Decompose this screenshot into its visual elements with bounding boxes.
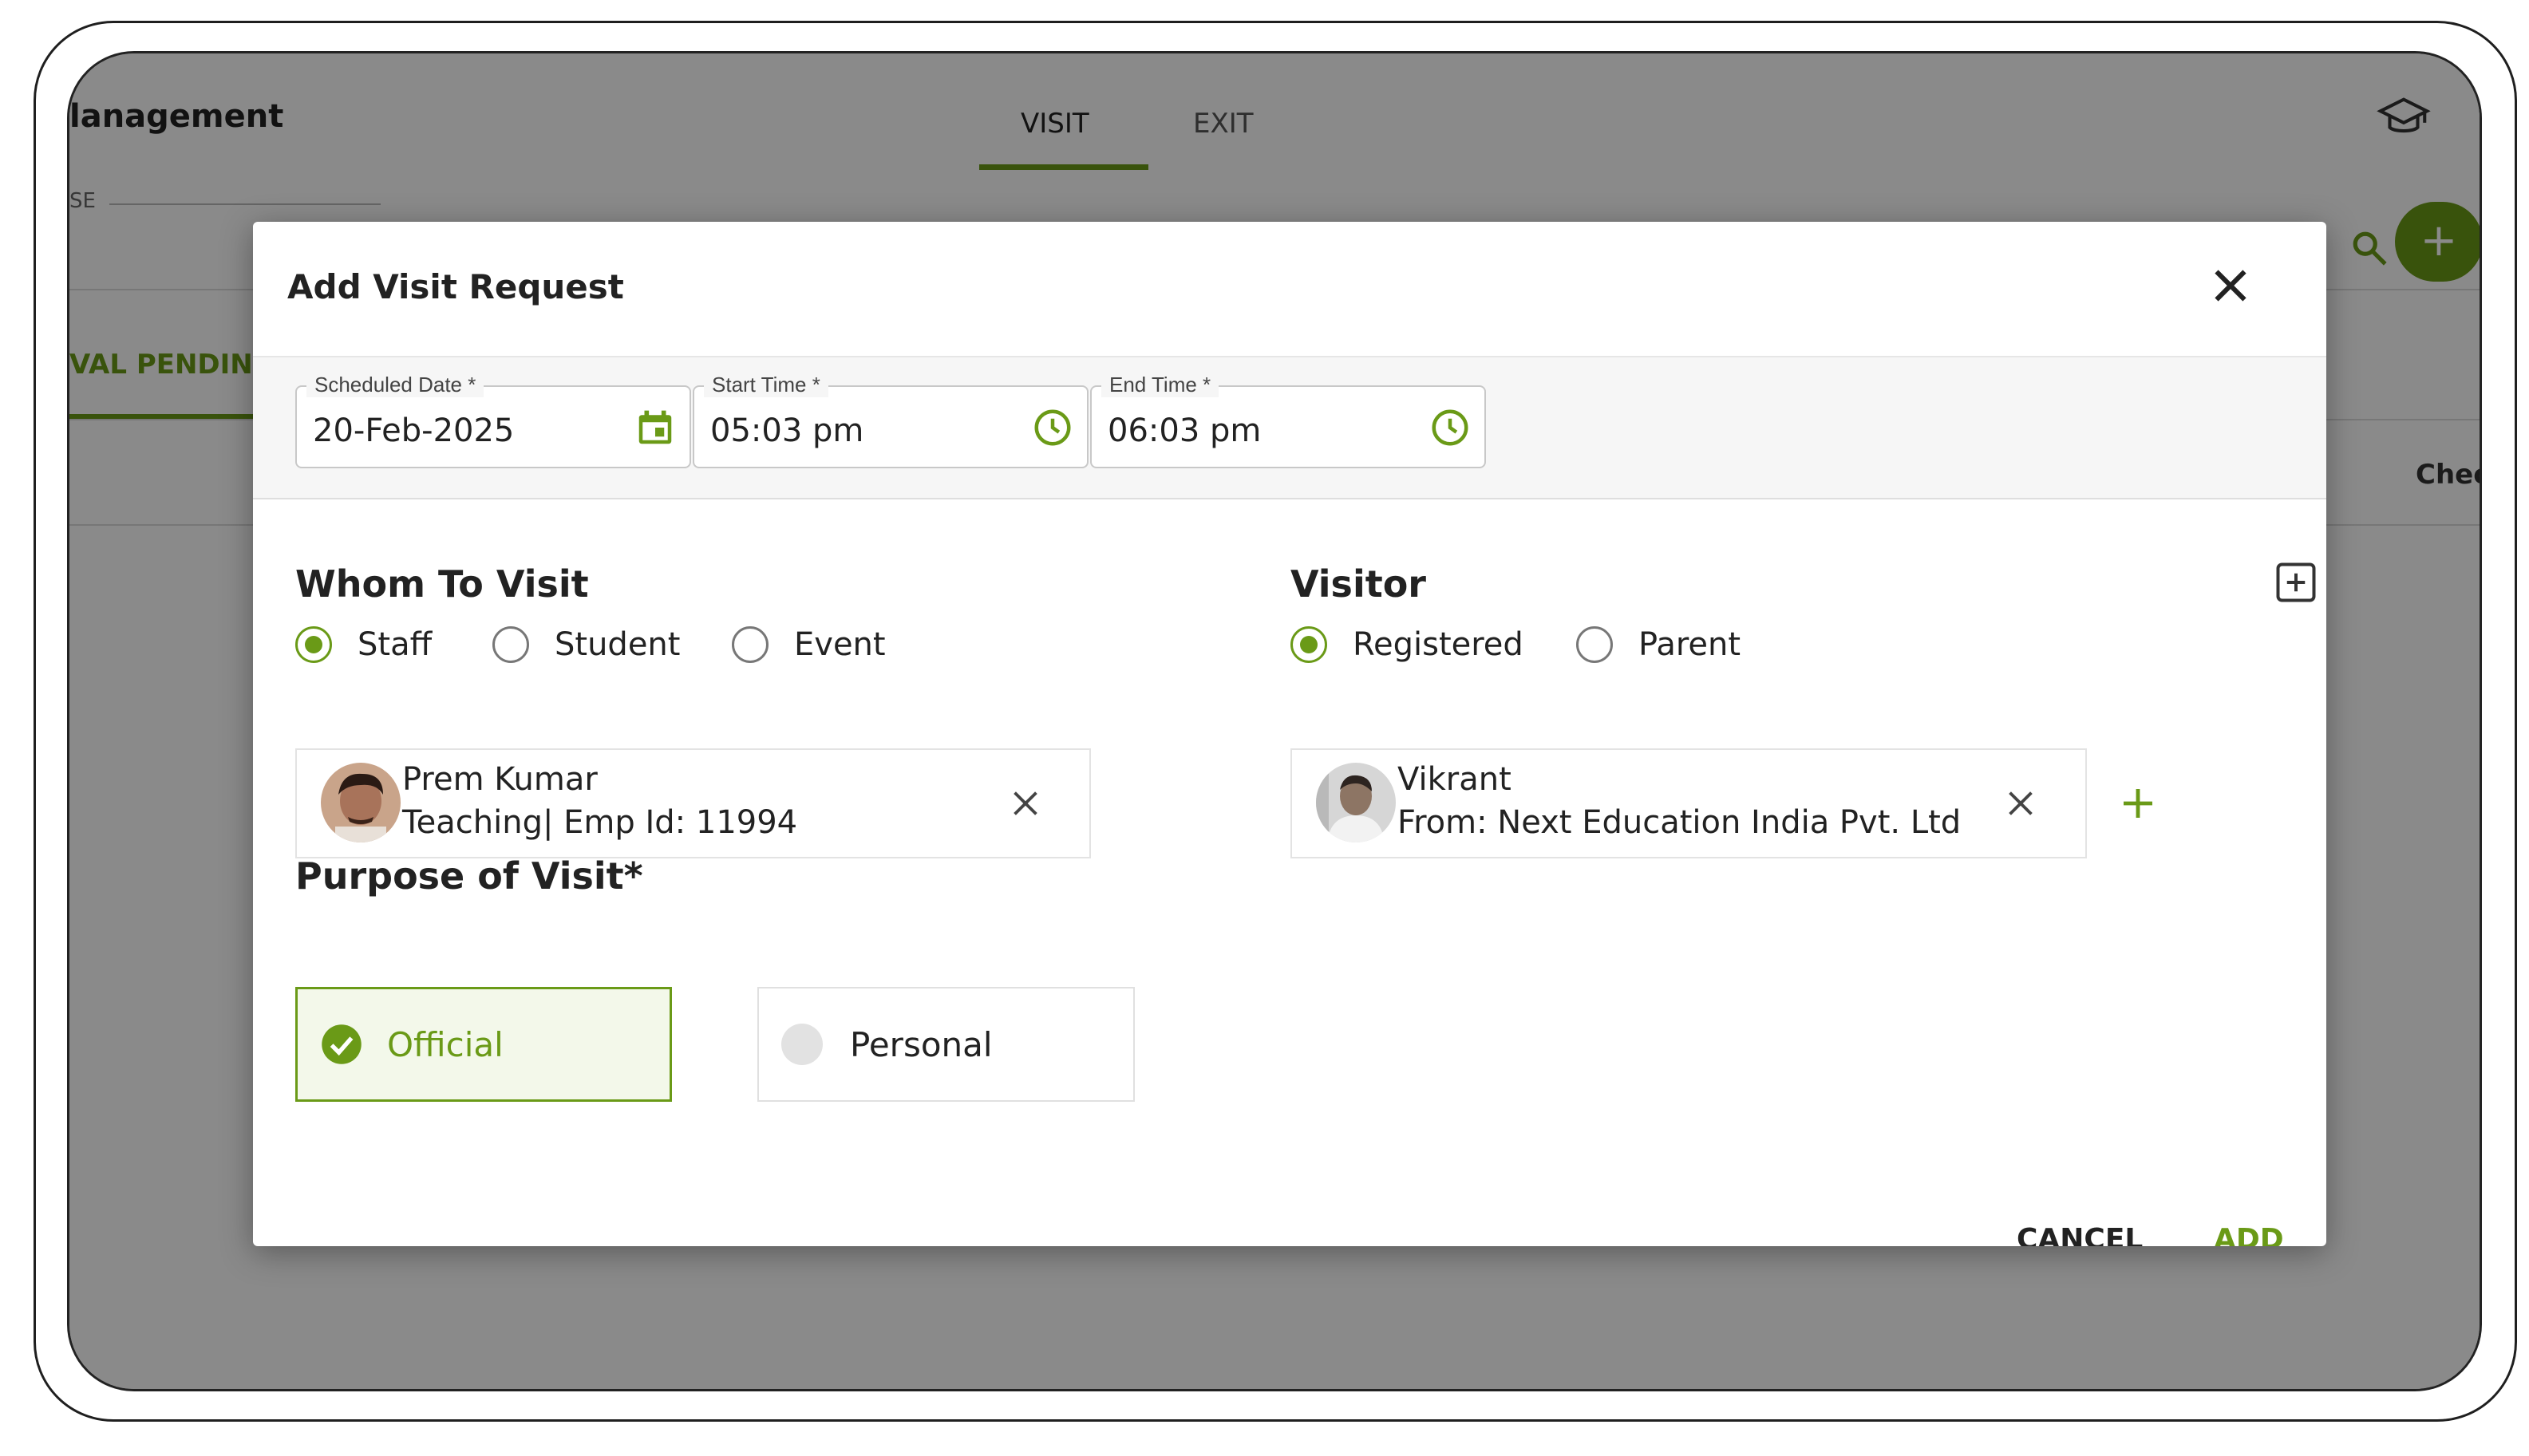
radio-registered-label: Registered <box>1353 626 1523 663</box>
end-time-field[interactable]: End Time * 06:03 pm <box>1090 373 1486 468</box>
schedule-section: Scheduled Date * 20-Feb-2025 Start Time … <box>253 356 2326 499</box>
visitor-name: Vikrant <box>1397 761 1511 798</box>
end-time-value: 06:03 pm <box>1108 412 1262 449</box>
purpose-personal-option[interactable]: Personal <box>757 987 1135 1102</box>
start-time-field[interactable]: Start Time * 05:03 pm <box>693 373 1089 468</box>
avatar <box>1316 763 1396 842</box>
staff-name: Prem Kumar <box>402 761 598 798</box>
staff-detail: Teaching| Emp Id: 11994 <box>402 804 798 841</box>
start-time-label: Start Time * <box>704 373 828 397</box>
visitor-detail: From: Next Education India Pvt. Ltd <box>1397 804 1962 841</box>
selected-staff-card: Prem Kumar Teaching| Emp Id: 11994 <box>295 748 1091 858</box>
radio-staff[interactable]: Staff <box>295 626 432 663</box>
calendar-icon[interactable] <box>634 406 677 449</box>
radio-registered-indicator[interactable] <box>1290 626 1327 663</box>
add-visit-dialog: Add Visit Request Scheduled Date * 20-Fe… <box>253 222 2326 1246</box>
visitor-heading: Visitor <box>1290 562 1426 606</box>
add-visit-button[interactable]: ADD VISIT <box>2214 1223 2326 1246</box>
end-time-label: End Time * <box>1101 373 1219 397</box>
remove-visitor-icon[interactable] <box>2002 785 2039 822</box>
start-time-value: 05:03 pm <box>710 412 864 449</box>
radio-parent-indicator[interactable] <box>1576 626 1613 663</box>
radio-parent-label: Parent <box>1638 626 1741 663</box>
clock-icon[interactable] <box>1031 406 1074 449</box>
cancel-button[interactable]: CANCEL <box>2017 1223 2143 1246</box>
radio-student-label: Student <box>555 626 681 663</box>
radio-event-label: Event <box>794 626 886 663</box>
selected-visitor-card: Vikrant From: Next Education India Pvt. … <box>1290 748 2087 858</box>
radio-event-indicator[interactable] <box>732 626 769 663</box>
radio-student[interactable]: Student <box>492 626 680 663</box>
purpose-heading: Purpose of Visit* <box>295 854 643 898</box>
scheduled-date-label: Scheduled Date * <box>306 373 484 397</box>
scheduled-date-field[interactable]: Scheduled Date * 20-Feb-2025 <box>295 373 691 468</box>
radio-event[interactable]: Event <box>732 626 886 663</box>
remove-staff-icon[interactable] <box>1007 785 1044 822</box>
close-icon[interactable] <box>2207 262 2254 310</box>
purpose-official-label: Official <box>387 1024 504 1064</box>
dialog-title: Add Visit Request <box>287 267 624 306</box>
clock-icon[interactable] <box>1428 406 1472 449</box>
radio-staff-label: Staff <box>358 626 433 663</box>
unchecked-circle-icon <box>781 1024 823 1065</box>
radio-student-indicator[interactable] <box>492 626 529 663</box>
scheduled-date-value: 20-Feb-2025 <box>313 412 515 449</box>
radio-registered[interactable]: Registered <box>1290 626 1523 663</box>
check-circle-icon <box>322 1024 362 1064</box>
plus-icon[interactable] <box>2119 784 2157 823</box>
whom-to-visit-heading: Whom To Visit <box>295 562 589 606</box>
purpose-personal-label: Personal <box>850 1024 993 1064</box>
purpose-official-option[interactable]: Official <box>295 987 672 1102</box>
add-visitor-icon[interactable] <box>2272 558 2320 606</box>
radio-parent[interactable]: Parent <box>1576 626 1741 663</box>
avatar <box>321 763 401 842</box>
device-screen: lanagement VISIT EXIT SE + VAL PENDING C… <box>67 51 2482 1391</box>
radio-staff-indicator[interactable] <box>295 626 332 663</box>
